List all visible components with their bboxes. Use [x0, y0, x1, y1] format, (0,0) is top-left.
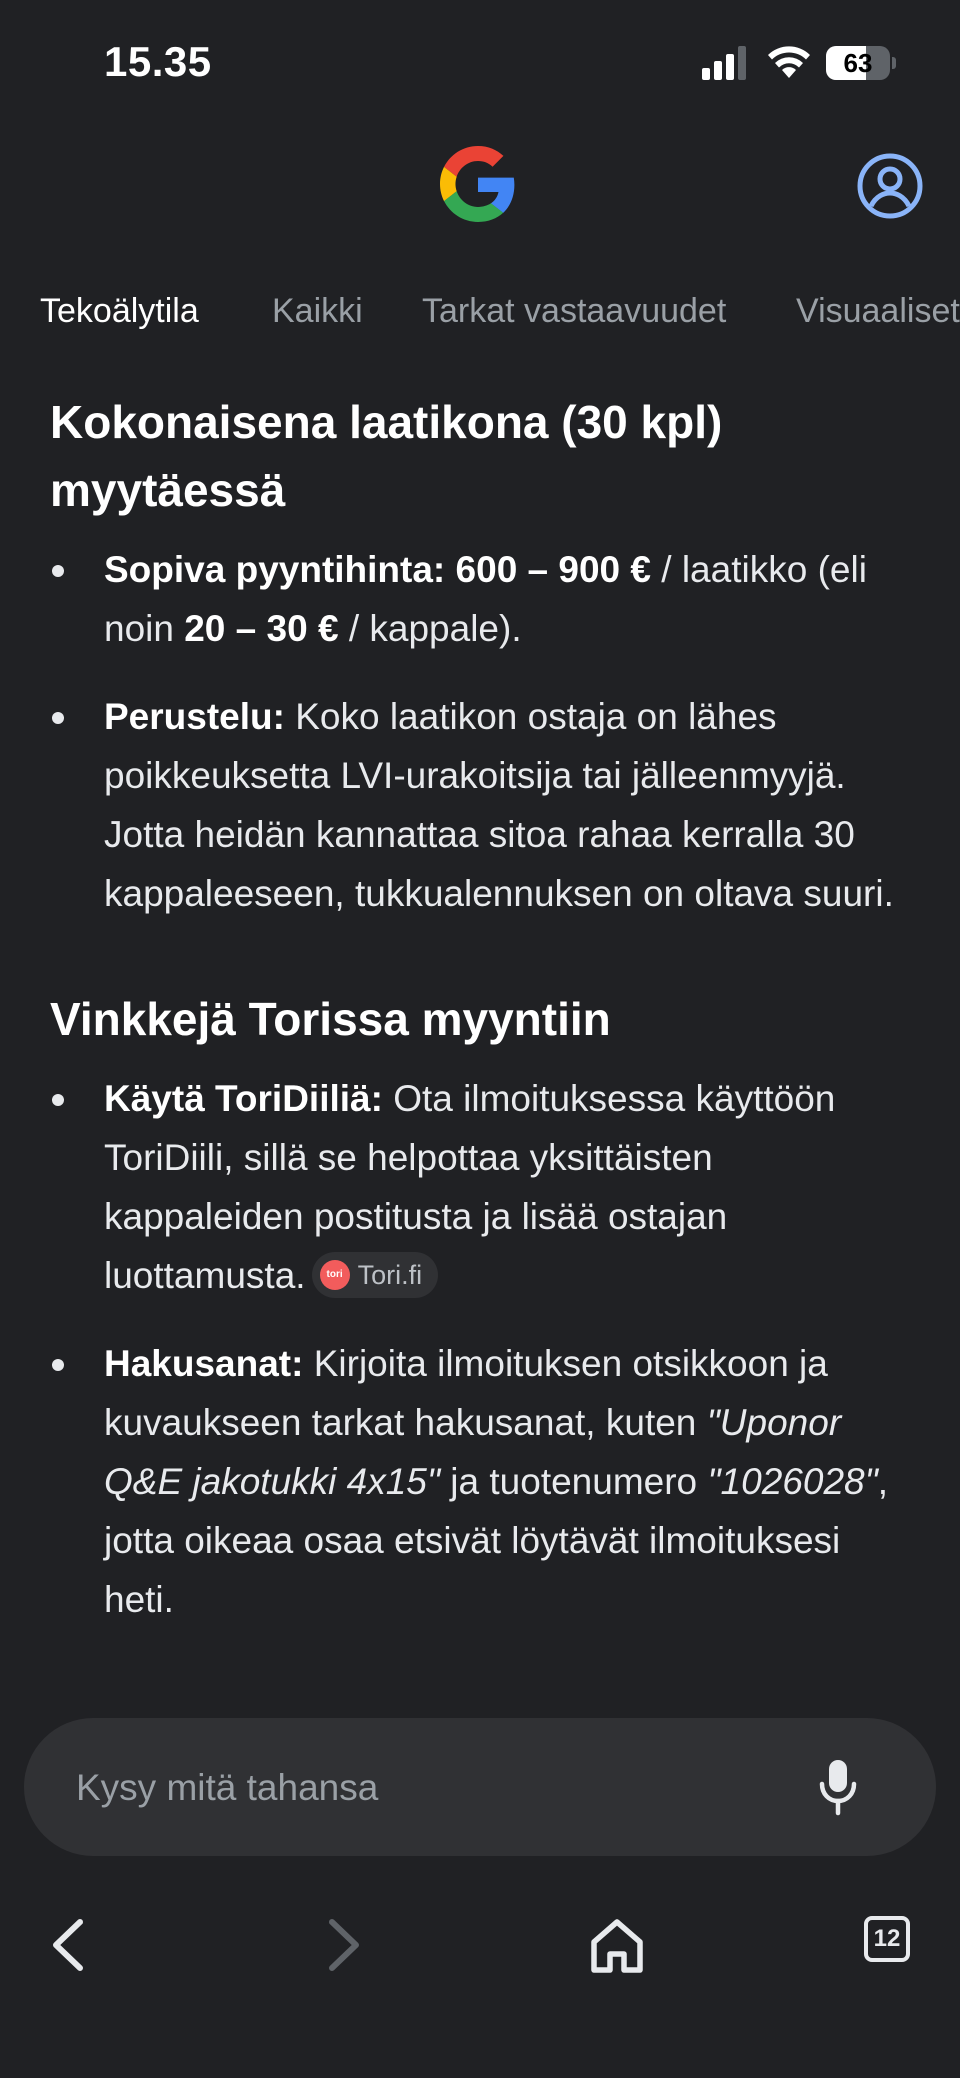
signal-icon [702, 46, 746, 80]
bold-text: Hakusanat: [104, 1343, 304, 1384]
ask-input[interactable] [74, 1718, 778, 1858]
google-g-logo[interactable] [440, 146, 516, 222]
battery-tip [892, 57, 896, 69]
tabs-icon[interactable]: 12 [864, 1916, 910, 1962]
search-mode-tabs: Tekoälytila Kaikki Tarkat vastaavuudet V… [0, 286, 960, 346]
battery-indicator: 63 [826, 46, 896, 80]
tab-all[interactable]: Kaikki [272, 286, 363, 336]
source-chip-label: Tori.fi [357, 1260, 423, 1291]
bold-text: Sopiva pyyntihinta: 600 – 900 € [104, 549, 651, 590]
bold-text: Käytä ToriDiiliä: [104, 1078, 383, 1119]
battery-percent: 63 [843, 48, 873, 78]
ask-bar [24, 1718, 936, 1858]
bold-text: Perustelu: [104, 696, 285, 737]
section-heading-box-sale: Kokonaisena laatikona (30 kpl) myytäessä [50, 396, 723, 516]
bold-text: 20 – 30 € [184, 608, 339, 649]
tab-ai-mode[interactable]: Tekoälytila [40, 286, 199, 336]
bottom-navigation: 12 [0, 1890, 960, 2010]
back-icon[interactable] [34, 1910, 104, 1980]
bullet-list-box-sale: Sopiva pyyntihinta: 600 – 900 € / laatik… [50, 540, 920, 923]
tab-visual[interactable]: Visuaaliset [796, 286, 960, 336]
source-chip-tori[interactable]: tori Tori.fi [311, 1252, 439, 1299]
list-item-keywords: Hakusanat: Kirjoita ilmoituksen otsikkoo… [50, 1334, 920, 1629]
italic-text: "1026028" [707, 1461, 878, 1502]
list-item-reasoning: Perustelu: Koko laatikon ostaja on lähes… [50, 687, 920, 923]
section-heading-tips: Vinkkejä Torissa myyntiin [50, 993, 611, 1045]
mic-icon[interactable] [818, 1758, 858, 1816]
forward-icon[interactable] [308, 1910, 378, 1980]
list-item-toridiili: Käytä ToriDiiliä: Ota ilmoituksessa käyt… [50, 1069, 920, 1305]
wifi-icon [768, 46, 810, 78]
account-icon[interactable] [856, 152, 924, 220]
status-bar: 15.35 63 [0, 0, 960, 120]
tab-exact-matches[interactable]: Tarkat vastaavuudet [422, 286, 726, 336]
body-text: ja tuotenumero [440, 1461, 708, 1502]
bullet-list-tips: Käytä ToriDiiliä: Ota ilmoituksessa käyt… [50, 1069, 920, 1629]
list-item-price: Sopiva pyyntihinta: 600 – 900 € / laatik… [50, 540, 920, 658]
ai-answer-content: Kokonaisena laatikona (30 kpl) myytäessä… [50, 388, 920, 1688]
home-icon[interactable] [582, 1910, 652, 1980]
status-time: 15.35 [104, 38, 212, 85]
battery-body: 63 [826, 46, 890, 80]
body-text: / kappale). [338, 608, 522, 649]
tori-logo-icon: tori [319, 1260, 350, 1291]
